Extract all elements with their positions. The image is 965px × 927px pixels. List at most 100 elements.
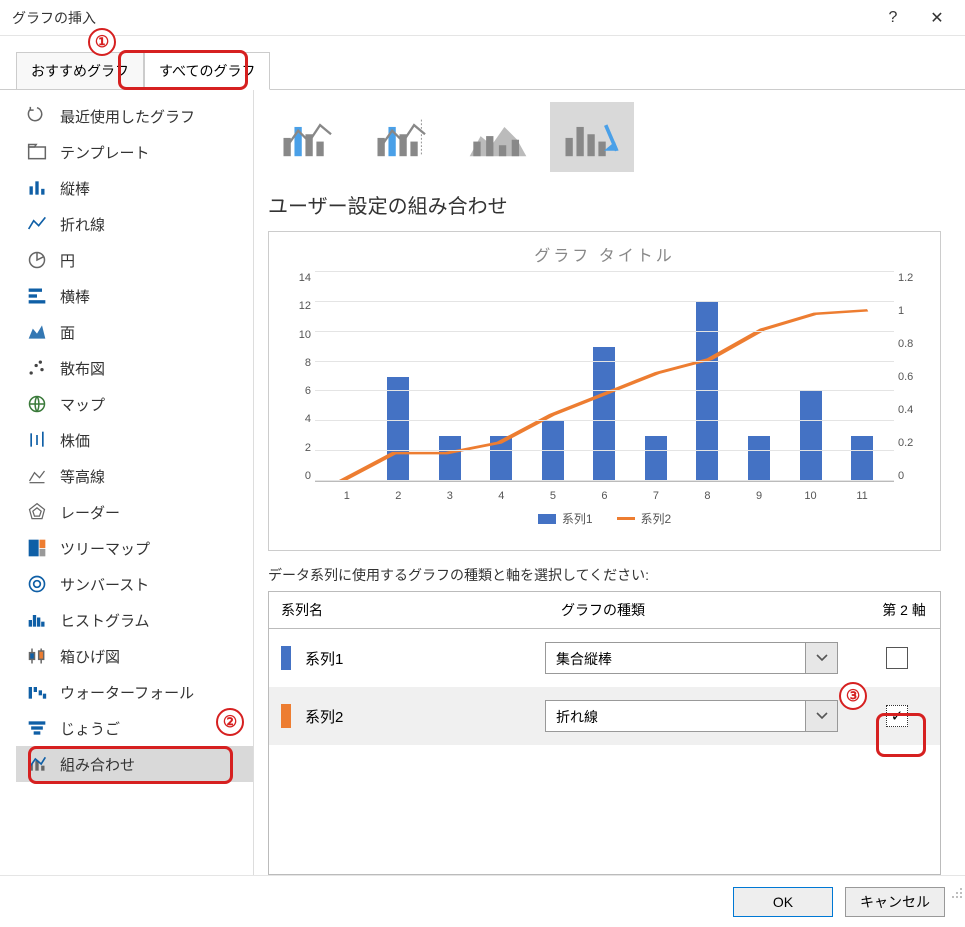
y-axis-left: 14121086420: [287, 272, 311, 482]
plot-region: [315, 272, 894, 482]
combo-chart-icon: [26, 753, 48, 775]
titlebar: グラフの挿入 ? ✕: [0, 0, 965, 36]
legend-item-series2: 系列2: [617, 510, 672, 527]
chevron-down-icon: [805, 701, 837, 731]
legend-label: 系列1: [562, 510, 593, 527]
chevron-down-icon: [805, 643, 837, 673]
sidebar-item-stock[interactable]: 株価: [16, 422, 253, 458]
sidebar-item-map[interactable]: マップ: [16, 386, 253, 422]
header-chart-type: グラフの種類: [549, 592, 868, 628]
folder-icon: [26, 141, 48, 163]
tab-recommended[interactable]: おすすめグラフ: [16, 52, 144, 89]
series-type-dropdown[interactable]: 集合縦棒: [545, 642, 838, 674]
sidebar-label: サンバースト: [60, 574, 149, 595]
ok-button[interactable]: OK: [733, 887, 833, 917]
stock-chart-icon: [26, 429, 48, 451]
sidebar-label: 縦棒: [60, 178, 90, 199]
waterfall-icon: [26, 681, 48, 703]
series-name-label: 系列2: [305, 706, 545, 727]
sidebar-item-funnel[interactable]: じょうご: [16, 710, 253, 746]
column-chart-icon: [26, 177, 48, 199]
legend-label: 系列2: [641, 510, 672, 527]
chart-type-sidebar: 最近使用したグラフ テンプレート 縦棒 折れ線 円 横棒 面 散布図: [16, 90, 254, 875]
secondary-axis-cell: ✓: [866, 705, 928, 727]
sidebar-item-boxwhisker[interactable]: 箱ひげ図: [16, 638, 253, 674]
sidebar-item-column[interactable]: 縦棒: [16, 170, 253, 206]
window-title: グラフの挿入: [12, 8, 871, 28]
content-pane: ユーザー設定の組み合わせ グラフ タイトル 14121086420 1.210.…: [254, 90, 965, 875]
chart-subtype-title: ユーザー設定の組み合わせ: [268, 190, 941, 219]
pie-chart-icon: [26, 249, 48, 271]
sidebar-item-bar[interactable]: 横棒: [16, 278, 253, 314]
y-axis-right: 1.210.80.60.40.20: [898, 272, 924, 482]
dropdown-value: 集合縦棒: [546, 643, 805, 673]
sidebar-label: ツリーマップ: [60, 538, 150, 559]
sidebar-item-recent[interactable]: 最近使用したグラフ: [16, 98, 253, 134]
help-button[interactable]: ?: [871, 3, 915, 33]
secondary-axis-checkbox[interactable]: ✓: [886, 705, 908, 727]
sidebar-item-surface[interactable]: 等高線: [16, 458, 253, 494]
resize-grip-icon[interactable]: [949, 885, 963, 899]
sunburst-icon: [26, 573, 48, 595]
secondary-axis-checkbox[interactable]: [886, 647, 908, 669]
dropdown-value: 折れ線: [546, 701, 805, 731]
sidebar-label: 最近使用したグラフ: [60, 106, 195, 127]
sidebar-label: 箱ひげ図: [60, 646, 120, 667]
secondary-axis-cell: [866, 647, 928, 669]
sidebar-label: ヒストグラム: [60, 610, 150, 631]
funnel-icon: [26, 717, 48, 739]
area-chart-icon: [26, 321, 48, 343]
legend-swatch-icon: [538, 514, 556, 524]
close-button[interactable]: ✕: [915, 3, 959, 33]
sidebar-label: 横棒: [60, 286, 90, 307]
tab-strip: おすすめグラフ すべてのグラフ: [0, 36, 965, 90]
box-whisker-icon: [26, 645, 48, 667]
sidebar-item-histogram[interactable]: ヒストグラム: [16, 602, 253, 638]
sidebar-item-scatter[interactable]: 散布図: [16, 350, 253, 386]
sidebar-label: レーダー: [60, 502, 120, 523]
sidebar-label: 円: [60, 250, 75, 271]
sidebar-item-combo[interactable]: 組み合わせ: [16, 746, 253, 782]
series-instruction-label: データ系列に使用するグラフの種類と軸を選択してください:: [268, 565, 941, 585]
sidebar-item-treemap[interactable]: ツリーマップ: [16, 530, 253, 566]
sidebar-item-area[interactable]: 面: [16, 314, 253, 350]
dialog-body: 最近使用したグラフ テンプレート 縦棒 折れ線 円 横棒 面 散布図: [0, 90, 965, 875]
sidebar-label: テンプレート: [60, 142, 150, 163]
subtype-stacked-area[interactable]: [456, 102, 540, 172]
series-color-swatch: [281, 646, 291, 670]
sidebar-item-pie[interactable]: 円: [16, 242, 253, 278]
sidebar-label: ウォーターフォール: [60, 682, 194, 703]
sidebar-item-templates[interactable]: テンプレート: [16, 134, 253, 170]
series-row-2: 系列2 折れ線 ✓: [269, 687, 940, 745]
radar-chart-icon: [26, 501, 48, 523]
cancel-button[interactable]: キャンセル: [845, 887, 945, 917]
sidebar-label: 散布図: [60, 358, 105, 379]
subtype-custom-combo[interactable]: [550, 102, 634, 172]
sidebar-item-sunburst[interactable]: サンバースト: [16, 566, 253, 602]
chart-subtype-row: [268, 102, 941, 172]
series-table: 系列名 グラフの種類 第 2 軸 系列1 集合縦棒 系列2: [268, 591, 941, 875]
series-table-header: 系列名 グラフの種類 第 2 軸: [269, 592, 940, 629]
series-row-1: 系列1 集合縦棒: [269, 629, 940, 687]
series-type-dropdown[interactable]: 折れ線: [545, 700, 838, 732]
subtype-clustered-line[interactable]: [268, 102, 352, 172]
chart-plot-area: 14121086420 1.210.80.60.40.20 1234567891…: [315, 272, 894, 502]
chart-legend: 系列1 系列2: [285, 510, 924, 527]
line-chart-icon: [26, 213, 48, 235]
histogram-icon: [26, 609, 48, 631]
sidebar-item-radar[interactable]: レーダー: [16, 494, 253, 530]
sidebar-label: 組み合わせ: [60, 754, 135, 775]
series-color-swatch: [281, 704, 291, 728]
subtype-clustered-line-secondary[interactable]: [362, 102, 446, 172]
sidebar-item-waterfall[interactable]: ウォーターフォール: [16, 674, 253, 710]
treemap-icon: [26, 537, 48, 559]
legend-swatch-icon: [617, 517, 635, 520]
chart-preview: グラフ タイトル 14121086420 1.210.80.60.40.20 1…: [268, 231, 941, 551]
recent-icon: [26, 105, 48, 127]
header-series-name: 系列名: [269, 592, 549, 628]
sidebar-item-line[interactable]: 折れ線: [16, 206, 253, 242]
tab-all-charts[interactable]: すべてのグラフ: [144, 52, 270, 90]
scatter-chart-icon: [26, 357, 48, 379]
sidebar-label: 面: [60, 322, 75, 343]
sidebar-label: 等高線: [60, 466, 105, 487]
